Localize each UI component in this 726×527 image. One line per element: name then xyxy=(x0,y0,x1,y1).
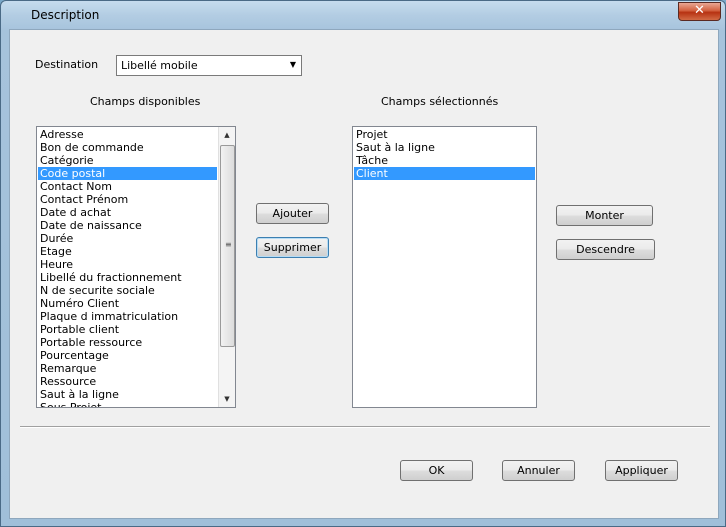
list-item[interactable]: Pourcentage xyxy=(38,349,217,362)
list-item[interactable]: Portable ressource xyxy=(38,336,217,349)
list-item[interactable]: Tâche xyxy=(354,154,535,167)
ok-button[interactable]: OK xyxy=(400,460,473,481)
list-item[interactable]: Client xyxy=(354,167,535,180)
list-item[interactable]: Ressource xyxy=(38,375,217,388)
list-item[interactable]: Libellé du fractionnement xyxy=(38,271,217,284)
list-item[interactable]: Bon de commande xyxy=(38,141,217,154)
available-fields-items: Adresse Bon de commande Catégorie Code post… xyxy=(38,128,217,407)
list-item[interactable]: Date de naissance xyxy=(38,219,217,232)
destination-value: Libellé mobile xyxy=(121,59,198,72)
title-bar[interactable]: Description ✕ xyxy=(1,1,725,29)
list-item[interactable]: Sous Projet xyxy=(38,401,217,407)
window-title: Description xyxy=(31,8,100,22)
chevron-down-icon[interactable]: ▼ xyxy=(290,60,296,69)
selected-fields-heading: Champs sélectionnés xyxy=(381,95,499,108)
scroll-thumb[interactable]: ≡ xyxy=(220,145,235,347)
move-up-button[interactable]: Monter xyxy=(556,205,653,226)
list-item[interactable]: Durée xyxy=(38,232,217,245)
available-fields-list[interactable]: Adresse Bon de commande Catégorie Code post… xyxy=(36,126,236,408)
selected-fields-items: Projet Saut à la ligne Tâche Client xyxy=(354,128,535,180)
list-item[interactable]: Adresse xyxy=(38,128,217,141)
list-item[interactable]: Portable client xyxy=(38,323,217,336)
available-fields-heading: Champs disponibles xyxy=(90,95,201,108)
list-item[interactable]: Saut à la ligne xyxy=(38,388,217,401)
list-item[interactable]: Contact Nom xyxy=(38,180,217,193)
scroll-down-arrow-icon[interactable]: ▼ xyxy=(219,391,235,407)
dialog-body: Destination Libellé mobile ▼ Champs disp… xyxy=(9,29,719,519)
list-item[interactable]: Plaque d immatriculation xyxy=(38,310,217,323)
cancel-button[interactable]: Annuler xyxy=(502,460,575,481)
selected-fields-list[interactable]: Projet Saut à la ligne Tâche Client xyxy=(352,126,537,408)
list-item[interactable]: Remarque xyxy=(38,362,217,375)
move-down-button[interactable]: Descendre xyxy=(556,239,655,260)
list-item[interactable]: Numéro Client xyxy=(38,297,217,310)
list-item[interactable]: Heure xyxy=(38,258,217,271)
destination-label: Destination xyxy=(35,58,99,71)
grip-icon: ≡ xyxy=(225,240,232,249)
scroll-up-arrow-icon[interactable]: ▲ xyxy=(219,127,235,143)
separator xyxy=(20,426,710,428)
close-icon: ✕ xyxy=(694,3,705,18)
list-item[interactable]: Projet xyxy=(354,128,535,141)
list-item[interactable]: Code postal xyxy=(38,167,217,180)
available-fields-scrollbar[interactable]: ▲ ≡ ▼ xyxy=(218,127,235,407)
destination-combobox[interactable]: Libellé mobile ▼ xyxy=(116,55,302,76)
close-button[interactable]: ✕ xyxy=(678,2,721,21)
list-item[interactable]: Saut à la ligne xyxy=(354,141,535,154)
list-item[interactable]: N de securite sociale xyxy=(38,284,217,297)
list-item[interactable]: Date d achat xyxy=(38,206,217,219)
list-item[interactable]: Catégorie xyxy=(38,154,217,167)
apply-button[interactable]: Appliquer xyxy=(605,460,678,481)
list-item[interactable]: Contact Prénom xyxy=(38,193,217,206)
dialog-window: Description ✕ Destination Libellé mobile… xyxy=(0,0,726,527)
remove-button[interactable]: Supprimer xyxy=(256,237,329,258)
add-button[interactable]: Ajouter xyxy=(256,203,329,224)
list-item[interactable]: Etage xyxy=(38,245,217,258)
